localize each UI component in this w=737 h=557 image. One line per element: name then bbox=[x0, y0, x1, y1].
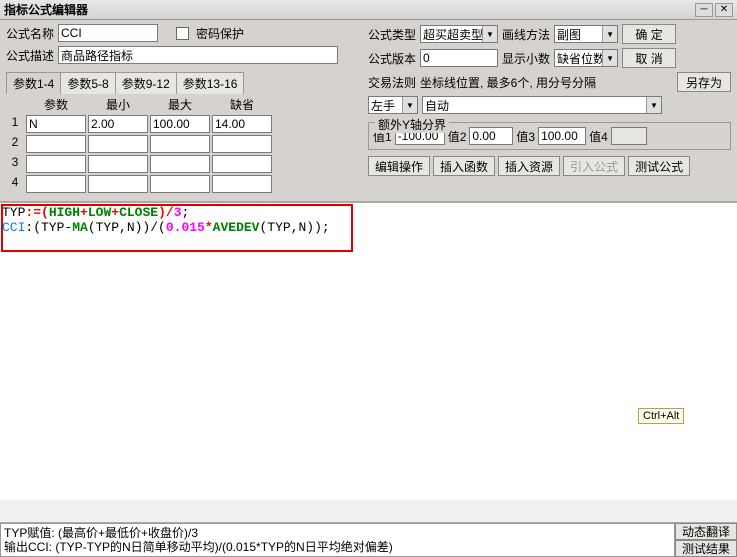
import-formula-button: 引入公式 bbox=[563, 156, 625, 176]
param1-max[interactable] bbox=[150, 115, 210, 133]
y2-input[interactable] bbox=[469, 127, 513, 145]
label-formula-name: 公式名称 bbox=[6, 25, 54, 42]
row-1: 1 bbox=[6, 115, 24, 133]
chevron-down-icon: ▼ bbox=[482, 26, 497, 42]
param4-max[interactable] bbox=[150, 175, 210, 193]
test-button[interactable]: 测试公式 bbox=[628, 156, 690, 176]
close-button[interactable]: ✕ bbox=[715, 3, 733, 17]
hdr-def: 缺省 bbox=[212, 96, 272, 113]
param2-max[interactable] bbox=[150, 135, 210, 153]
label-decimals: 显示小数 bbox=[502, 50, 550, 67]
test-result-button[interactable]: 测试结果 bbox=[675, 540, 737, 557]
decimals-select[interactable]: 缺省位数▼ bbox=[554, 49, 618, 67]
formula-name-input[interactable] bbox=[58, 24, 158, 42]
y4-input[interactable] bbox=[611, 127, 647, 145]
bottom-bar: TYP赋值: (最高价+最低价+收盘价)/3 输出CCI: (TYP-TYP的N… bbox=[0, 522, 737, 557]
draw-method-select[interactable]: 副图▼ bbox=[554, 25, 618, 43]
coord-hint: 坐标线位置, 最多6个, 用分号分隔 bbox=[420, 74, 673, 91]
param2-def[interactable] bbox=[212, 135, 272, 153]
formula-desc-input[interactable] bbox=[58, 46, 338, 64]
tab-params-5-8[interactable]: 参数5-8 bbox=[60, 72, 115, 94]
chevron-down-icon: ▼ bbox=[646, 97, 661, 113]
hdr-param-name: 参数 bbox=[26, 96, 86, 113]
save-as-button[interactable]: 另存为 bbox=[677, 72, 731, 92]
window-title: 指标公式编辑器 bbox=[4, 1, 693, 18]
label-trade-rule: 交易法则 bbox=[368, 74, 416, 91]
dyn-translate-button[interactable]: 动态翻译 bbox=[675, 523, 737, 540]
y3-label: 值3 bbox=[516, 128, 535, 145]
param2-min[interactable] bbox=[88, 135, 148, 153]
formula-type-select[interactable]: 超买超卖型▼ bbox=[420, 25, 498, 43]
param1-def[interactable] bbox=[212, 115, 272, 133]
tooltip: Ctrl+Alt bbox=[638, 408, 684, 424]
extra-y-fieldset: 额外Y轴分界 值1 值2 值3 值4 bbox=[368, 122, 731, 150]
insert-fn-button[interactable]: 插入函数 bbox=[433, 156, 495, 176]
pwd-checkbox[interactable] bbox=[176, 27, 189, 40]
label-formula-type: 公式类型 bbox=[368, 26, 416, 43]
trade-right-select[interactable]: 自动▼ bbox=[422, 96, 662, 114]
hdr-max: 最大 bbox=[150, 96, 210, 113]
param4-min[interactable] bbox=[88, 175, 148, 193]
param2-name[interactable] bbox=[26, 135, 86, 153]
row-4: 4 bbox=[6, 175, 24, 193]
status-text: TYP赋值: (最高价+最低价+收盘价)/3 输出CCI: (TYP-TYP的N… bbox=[0, 523, 675, 557]
formula-version-input[interactable] bbox=[420, 49, 498, 67]
hdr-min: 最小 bbox=[88, 96, 148, 113]
y2-label: 值2 bbox=[448, 128, 467, 145]
param3-min[interactable] bbox=[88, 155, 148, 173]
minimize-button[interactable]: ─ bbox=[695, 3, 713, 17]
row-3: 3 bbox=[6, 155, 24, 173]
insert-res-button[interactable]: 插入资源 bbox=[498, 156, 560, 176]
param3-def[interactable] bbox=[212, 155, 272, 173]
top-panel: 公式名称 密码保护 公式描述 参数1-4 参数5-8 参数9-12 参数13-1… bbox=[0, 20, 737, 202]
chevron-down-icon: ▼ bbox=[602, 26, 617, 42]
titlebar: 指标公式编辑器 ─ ✕ bbox=[0, 0, 737, 20]
param3-max[interactable] bbox=[150, 155, 210, 173]
row-2: 2 bbox=[6, 135, 24, 153]
chevron-down-icon: ▼ bbox=[602, 50, 617, 66]
chevron-down-icon: ▼ bbox=[402, 97, 417, 113]
cancel-button[interactable]: 取 消 bbox=[622, 48, 676, 68]
param-grid: 参数 最小 最大 缺省 1 2 3 4 bbox=[6, 96, 362, 193]
label-formula-version: 公式版本 bbox=[368, 50, 416, 67]
code-editor[interactable]: TYP:=(HIGH+LOW+CLOSE)/3; CCI:(TYP-MA(TYP… bbox=[0, 202, 737, 500]
y4-label: 值4 bbox=[589, 128, 608, 145]
ok-button[interactable]: 确 定 bbox=[622, 24, 676, 44]
param1-min[interactable] bbox=[88, 115, 148, 133]
tab-params-9-12[interactable]: 参数9-12 bbox=[115, 72, 177, 94]
trade-left-select[interactable]: 左手▼ bbox=[368, 96, 418, 114]
param3-name[interactable] bbox=[26, 155, 86, 173]
extra-y-legend: 额外Y轴分界 bbox=[375, 116, 449, 133]
param1-name[interactable] bbox=[26, 115, 86, 133]
param4-def[interactable] bbox=[212, 175, 272, 193]
tab-params-13-16[interactable]: 参数13-16 bbox=[176, 72, 245, 94]
label-draw-method: 画线方法 bbox=[502, 26, 550, 43]
y3-input[interactable] bbox=[538, 127, 586, 145]
tab-params-1-4[interactable]: 参数1-4 bbox=[6, 72, 61, 94]
label-formula-desc: 公式描述 bbox=[6, 47, 54, 64]
edit-op-button[interactable]: 编辑操作 bbox=[368, 156, 430, 176]
param4-name[interactable] bbox=[26, 175, 86, 193]
label-pwd: 密码保护 bbox=[196, 25, 244, 42]
